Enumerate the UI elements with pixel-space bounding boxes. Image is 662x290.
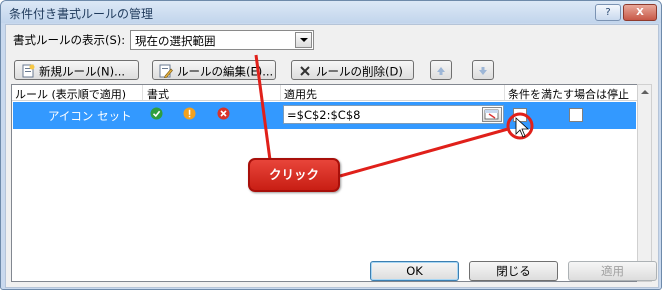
annotation-overlay [254, 54, 534, 178]
click-callout: クリック [248, 158, 340, 192]
annotation-line-to-checkbox [339, 127, 509, 178]
mouse-cursor-icon [515, 117, 530, 138]
annotation-line-to-edit [254, 54, 272, 161]
